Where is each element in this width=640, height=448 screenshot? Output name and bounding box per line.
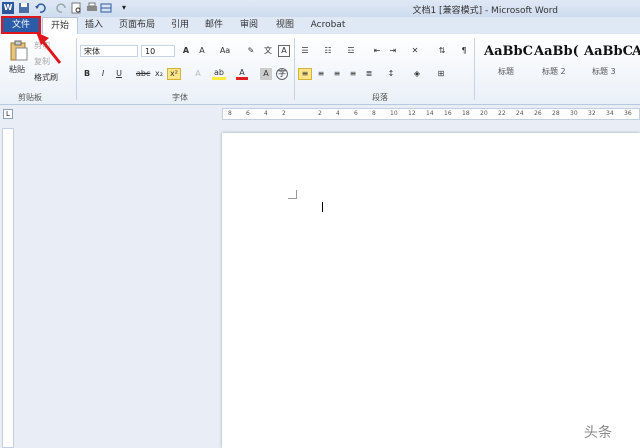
tab-selector-icon[interactable]: L (3, 109, 13, 119)
separator (294, 38, 295, 100)
ruler-tick-label: 18 (462, 110, 470, 117)
style-heading3-name: 标题 3 (592, 67, 616, 76)
line-spacing-icon[interactable]: ↕ (384, 68, 398, 80)
char-shading-icon[interactable]: A (260, 68, 272, 80)
document-page[interactable] (222, 133, 640, 448)
ruler-tick-label: 6 (354, 110, 358, 117)
vertical-ruler[interactable] (2, 128, 14, 448)
numbering-icon[interactable]: ☷ (321, 45, 335, 57)
ruler-tick-label: 32 (588, 110, 596, 117)
borders-icon[interactable]: ⊞ (434, 68, 448, 80)
bullets-icon[interactable]: ☰ (298, 45, 312, 57)
highlight-icon[interactable]: ab (212, 68, 226, 80)
align-left-icon[interactable]: ≡ (298, 68, 312, 80)
italic-icon[interactable]: I (97, 68, 109, 80)
ruler-tick-label: 12 (408, 110, 416, 117)
multilevel-list-icon[interactable]: ☲ (344, 45, 358, 57)
tab-review[interactable]: 审阅 (234, 17, 264, 34)
paste-icon[interactable] (8, 40, 30, 62)
chinese-layout-icon[interactable]: ✕ (408, 45, 422, 57)
ruler-tick-label: 36 (624, 110, 632, 117)
style-more-sample[interactable]: A (632, 44, 640, 59)
decrease-indent-icon[interactable]: ⇤ (370, 45, 384, 57)
style-heading2-sample[interactable]: AaBb( (534, 44, 579, 59)
style-heading3-sample[interactable]: AaBbC (584, 44, 633, 59)
bold-icon[interactable]: B (81, 68, 93, 80)
ruler-tick-label: 20 (480, 110, 488, 117)
align-center-icon[interactable]: ≡ (314, 68, 328, 80)
align-right-icon[interactable]: ≡ (330, 68, 344, 80)
text-cursor (322, 202, 323, 212)
annotation-arrow-icon (36, 32, 62, 64)
ruler-tick-label: 14 (426, 110, 434, 117)
grow-font-icon[interactable]: A (179, 45, 193, 57)
window-title: 文档1 [兼容模式] - Microsoft Word (412, 6, 558, 16)
style-heading-sample[interactable]: AaBbC (484, 44, 533, 59)
ruler-tick-label: 30 (570, 110, 578, 117)
tab-page-layout[interactable]: 页面布局 (114, 17, 160, 34)
ruler-tick-label: 8 (372, 110, 376, 117)
ruler-tick-label: 4 (336, 110, 340, 117)
clear-format-icon[interactable]: ✎ (244, 45, 258, 57)
watermark: 头条 (584, 425, 612, 441)
change-case-icon[interactable]: Aa (216, 45, 234, 57)
style-heading2-name: 标题 2 (542, 67, 566, 76)
distributed-icon[interactable]: ≣ (362, 68, 376, 80)
subscript-icon[interactable]: x₂ (153, 68, 165, 80)
shrink-font-icon[interactable]: A (195, 45, 209, 57)
ruler-tick-label: 6 (246, 110, 250, 117)
format-painter-button[interactable]: 格式刷 (34, 72, 74, 84)
tab-view[interactable]: 视图 (270, 17, 300, 34)
margin-corner-marker (288, 190, 297, 199)
char-border-icon[interactable]: A (278, 45, 290, 57)
phonetic-guide-icon[interactable]: 文 (261, 45, 275, 57)
ruler-tick-label: 24 (516, 110, 524, 117)
tab-references[interactable]: 引用 (166, 17, 194, 34)
sort-icon[interactable]: ⇅ (436, 45, 448, 57)
justify-icon[interactable]: ≡ (346, 68, 360, 80)
clipboard-group-label: 剪贴板 (18, 93, 42, 102)
strikethrough-icon[interactable]: abc (136, 68, 150, 80)
font-size-combobox[interactable]: 10 (141, 45, 175, 57)
font-color-icon[interactable]: A (236, 68, 248, 80)
ruler-tick-label: 16 (444, 110, 452, 117)
tab-insert[interactable]: 插入 (80, 17, 108, 34)
superscript-icon[interactable]: x² (167, 68, 181, 80)
ruler-tick-label: 26 (534, 110, 542, 117)
style-heading-name: 标题 (498, 67, 514, 76)
paragraph-group-label: 段落 (372, 93, 388, 102)
show-marks-icon[interactable]: ¶ (458, 45, 470, 57)
font-group-label: 字体 (172, 93, 188, 102)
ruler-tick-label: 22 (498, 110, 506, 117)
shading-icon[interactable]: ◈ (410, 68, 424, 80)
tab-acrobat[interactable]: Acrobat (306, 17, 350, 34)
underline-icon[interactable]: U (113, 68, 125, 80)
increase-indent-icon[interactable]: ⇥ (386, 45, 400, 57)
ruler-tick-label: 4 (264, 110, 268, 117)
text-effects-icon[interactable]: A (192, 68, 204, 80)
ruler-tick-label: 2 (282, 110, 286, 117)
ruler-tick-label: 10 (390, 110, 398, 117)
ruler-tick-label: 2 (318, 110, 322, 117)
separator (474, 38, 475, 100)
font-name-combobox[interactable]: 宋体 (80, 45, 138, 57)
ruler-tick-label: 28 (552, 110, 560, 117)
ruler-tick-label: 34 (606, 110, 614, 117)
ruler-tick-label: 8 (228, 110, 232, 117)
enclose-char-icon[interactable]: 字 (276, 68, 288, 80)
paste-button[interactable]: 粘贴 (4, 64, 30, 76)
separator (76, 38, 77, 100)
tab-mailings[interactable]: 邮件 (200, 17, 228, 34)
